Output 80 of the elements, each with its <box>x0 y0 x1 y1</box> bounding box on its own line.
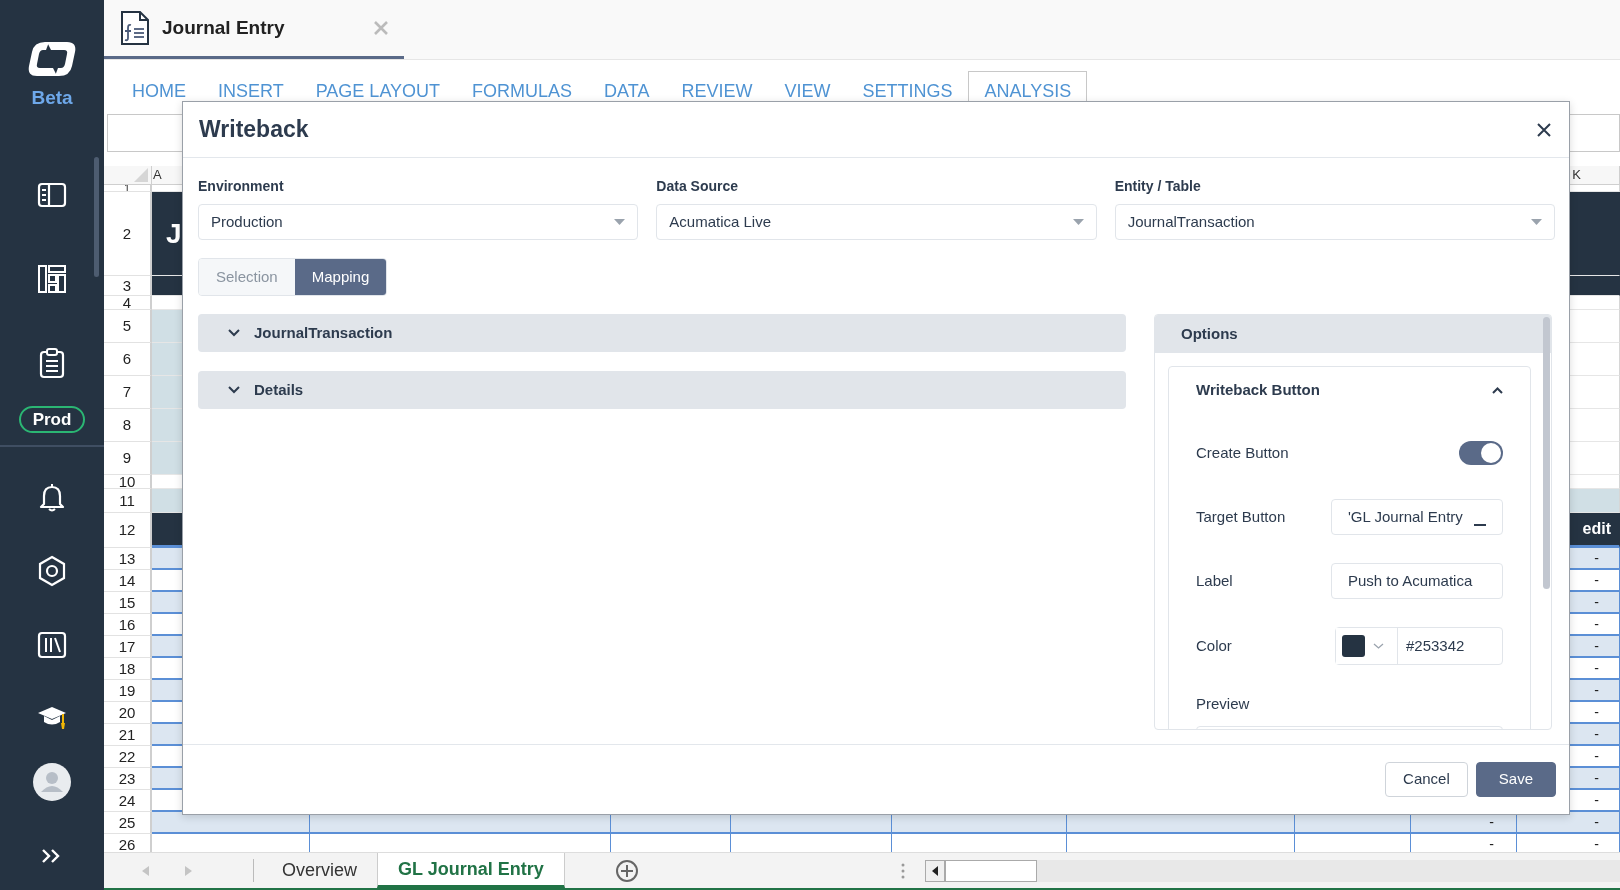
ribbon-tab[interactable]: DATA <box>588 71 666 108</box>
scrollbar-thumb[interactable] <box>944 859 1037 882</box>
mode-tab[interactable]: Mapping <box>294 259 387 295</box>
row-number: 23 <box>104 768 152 790</box>
row-number: 15 <box>104 592 152 614</box>
row-number: 4 <box>104 296 152 310</box>
row-number: 2 <box>104 192 152 276</box>
accordion-header[interactable]: JournalTransaction <box>198 314 1126 352</box>
ribbon-tab[interactable]: PAGE LAYOUT <box>299 71 457 108</box>
row-number: 11 <box>104 489 152 513</box>
ribbon-tab[interactable]: INSERT <box>202 71 300 108</box>
row-number: 25 <box>104 812 152 834</box>
tab-title: Journal Entry <box>162 15 286 40</box>
setting-label: Target Button <box>1196 506 1286 527</box>
ribbon-tab[interactable]: REVIEW <box>665 71 769 108</box>
accordion-header[interactable]: Details <box>198 371 1126 409</box>
toggle-switch[interactable] <box>1459 441 1503 465</box>
card-title: Writeback Button <box>1196 379 1320 400</box>
mode-tab[interactable]: Selection <box>199 259 295 295</box>
row-number: 19 <box>104 680 152 702</box>
dropdown[interactable]: JournalTransaction <box>1114 204 1555 240</box>
close-icon <box>1537 122 1551 137</box>
more-icon[interactable] <box>900 862 905 879</box>
ribbon-tab[interactable]: SETTINGS <box>846 71 969 108</box>
row-number: 12 <box>104 513 152 548</box>
sheet-cell: - <box>1517 812 1620 834</box>
scrollbar-thumb[interactable] <box>94 157 99 277</box>
left-arrow-icon <box>931 865 938 876</box>
dropdown[interactable]: Production <box>198 204 639 240</box>
row-number: 10 <box>104 475 152 489</box>
cancel-button[interactable]: Cancel <box>1385 762 1468 797</box>
row-number: 13 <box>104 548 152 570</box>
close-button[interactable] <box>1535 120 1553 139</box>
row-number: 24 <box>104 790 152 812</box>
caret-icon <box>614 219 626 225</box>
brand-label: Beta <box>31 86 73 110</box>
text-field[interactable]: 'GL Journal Entry <box>1331 499 1503 535</box>
formula-document-icon <box>120 11 150 45</box>
add-sheet-icon[interactable] <box>614 858 639 883</box>
ribbon-tab[interactable]: VIEW <box>768 71 847 108</box>
row-number: 7 <box>104 376 152 409</box>
row-number: 1 <box>104 185 152 192</box>
row-number: 8 <box>104 409 152 442</box>
row-number: 20 <box>104 702 152 724</box>
sheet-tab[interactable]: Overview <box>262 853 377 888</box>
setting-label: Create Button <box>1196 442 1289 463</box>
row-number: 17 <box>104 636 152 658</box>
row-number: 16 <box>104 614 152 636</box>
setting-label: Color <box>1196 635 1232 656</box>
setting-label: Label <box>1196 570 1233 591</box>
field-label: Entity / Table <box>1114 177 1202 196</box>
document-tab[interactable]: Journal Entry <box>104 0 404 59</box>
ribbon-tab[interactable]: HOME <box>116 71 202 108</box>
row-number: 18 <box>104 658 152 680</box>
row-number: 6 <box>104 343 152 376</box>
avatar-icon[interactable] <box>33 762 71 801</box>
row-number: 21 <box>104 724 152 746</box>
row-number: 9 <box>104 442 152 475</box>
ribbon-tab[interactable]: FORMULAS <box>456 71 589 108</box>
hexagon-icon[interactable] <box>36 554 68 587</box>
scroll-left-button[interactable] <box>924 859 945 882</box>
caret-icon <box>1531 219 1542 225</box>
dropdown[interactable]: Acumatica Live <box>656 204 1097 240</box>
chevron-icon[interactable] <box>1492 386 1503 394</box>
text-field[interactable]: Push to Acumatica <box>1331 563 1503 599</box>
row-number: 22 <box>104 746 152 768</box>
dialog-title: Writeback <box>199 115 309 145</box>
row-number: 5 <box>104 310 152 343</box>
save-button[interactable]: Save <box>1475 762 1556 797</box>
sheet-tab[interactable]: GL Journal Entry <box>377 853 565 888</box>
dash-icon <box>1474 524 1486 526</box>
caret-icon <box>1072 219 1084 225</box>
field-label: Data Source <box>656 177 740 196</box>
row-number: 3 <box>104 276 152 296</box>
scrollbar-thumb[interactable] <box>1543 317 1550 589</box>
dashboard-icon[interactable] <box>36 262 68 295</box>
environment-badge[interactable]: Prod <box>18 405 86 433</box>
setting-label: Preview <box>1196 694 1251 714</box>
row-number: 14 <box>104 570 152 592</box>
panel-title: Options <box>1155 315 1551 353</box>
